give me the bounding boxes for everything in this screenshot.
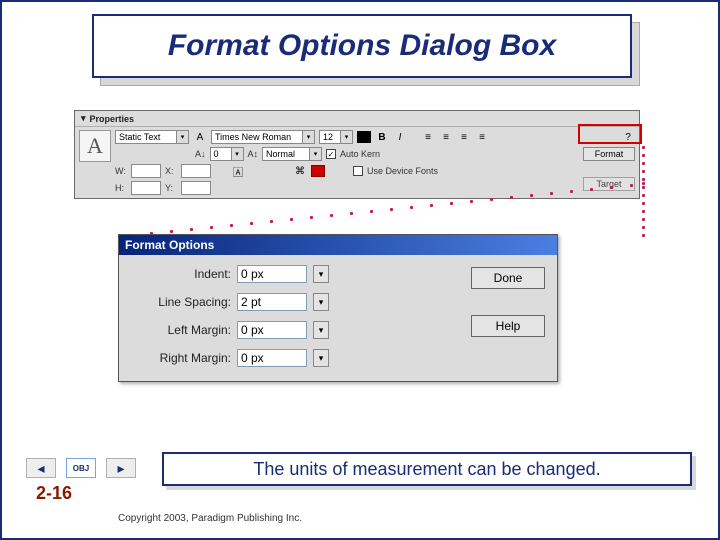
url-color-swatch[interactable] bbox=[311, 165, 325, 177]
chevron-down-icon[interactable]: ▾ bbox=[313, 321, 329, 339]
align-center-icon[interactable]: ≡ bbox=[439, 130, 453, 144]
target-button[interactable]: Target bbox=[583, 177, 635, 191]
right-margin-label: Right Margin: bbox=[131, 351, 231, 365]
help-button[interactable]: Help bbox=[471, 315, 545, 337]
prev-button[interactable]: ◂ bbox=[26, 458, 56, 478]
properties-rows: Static Text ▾ A Times New Roman ▾ 12 ▾ B… bbox=[115, 130, 575, 195]
caption-text: The units of measurement can be changed. bbox=[162, 452, 692, 486]
chevron-right-icon: ▸ bbox=[117, 460, 124, 477]
align-justify-icon[interactable]: ≡ bbox=[475, 130, 489, 144]
left-margin-row: Left Margin: 0 px ▾ bbox=[131, 321, 457, 339]
av-dropdown[interactable]: 0 ▾ bbox=[210, 147, 244, 161]
w-label: W: bbox=[115, 166, 127, 176]
text-type-dropdown[interactable]: Static Text ▾ bbox=[115, 130, 189, 144]
text-color-swatch[interactable] bbox=[357, 131, 371, 143]
dialog-title-bar[interactable]: Format Options bbox=[119, 235, 557, 255]
w-input[interactable] bbox=[131, 164, 161, 178]
line-spacing-row: Line Spacing: 2 pt ▾ bbox=[131, 293, 457, 311]
av-value: 0 bbox=[210, 147, 232, 161]
bold-icon[interactable]: B bbox=[375, 130, 389, 144]
dialog-form: Indent: 0 px ▾ Line Spacing: 2 pt ▾ Left… bbox=[131, 265, 457, 367]
y-label: Y: bbox=[165, 183, 177, 193]
ai-dropdown[interactable]: Normal ▾ bbox=[262, 147, 322, 161]
use-device-fonts-label: Use Device Fonts bbox=[367, 166, 438, 176]
font-family-dropdown[interactable]: Times New Roman ▾ bbox=[211, 130, 315, 144]
text-tool-icon[interactable]: A bbox=[79, 130, 111, 162]
format-button[interactable]: Format bbox=[583, 147, 635, 161]
next-button[interactable]: ▸ bbox=[106, 458, 136, 478]
left-margin-input[interactable]: 0 px bbox=[237, 321, 307, 339]
collapse-icon[interactable]: ▾ bbox=[81, 113, 86, 124]
left-margin-label: Left Margin: bbox=[131, 323, 231, 337]
font-a-icon: A bbox=[193, 130, 207, 144]
av-label: A↓ bbox=[195, 149, 206, 159]
indent-row: Indent: 0 px ▾ bbox=[131, 265, 457, 283]
caption-container: The units of measurement can be changed. bbox=[162, 452, 692, 486]
auto-kern-label: Auto Kern bbox=[340, 149, 380, 159]
properties-panel: ▾ Properties A Static Text ▾ A Times New… bbox=[74, 110, 640, 199]
chevron-left-icon: ◂ bbox=[37, 460, 44, 477]
text-type-value: Static Text bbox=[115, 130, 177, 144]
x-input[interactable] bbox=[181, 164, 211, 178]
italic-icon[interactable]: I bbox=[393, 130, 407, 144]
properties-row-3: W: X: 🄰 ⌘ Use Device Fonts bbox=[115, 164, 575, 178]
auto-kern-checkbox[interactable]: ✓ bbox=[326, 149, 336, 159]
selectable-icon[interactable]: 🄰 bbox=[231, 164, 245, 178]
slide-title-container: Format Options Dialog Box bbox=[92, 14, 632, 78]
link-icon[interactable]: ⌘ bbox=[293, 164, 307, 178]
properties-row-2: A↓ 0 ▾ A↕ Normal ▾ ✓ Auto Kern bbox=[115, 147, 575, 161]
font-size-dropdown[interactable]: 12 ▾ bbox=[319, 130, 353, 144]
chevron-down-icon[interactable]: ▾ bbox=[313, 349, 329, 367]
y-input[interactable] bbox=[181, 181, 211, 195]
dialog-body: Indent: 0 px ▾ Line Spacing: 2 pt ▾ Left… bbox=[119, 255, 557, 381]
line-spacing-input[interactable]: 2 pt bbox=[237, 293, 307, 311]
properties-row-1: Static Text ▾ A Times New Roman ▾ 12 ▾ B… bbox=[115, 130, 575, 144]
done-button[interactable]: Done bbox=[471, 267, 545, 289]
chevron-down-icon[interactable]: ▾ bbox=[303, 130, 315, 144]
ai-label: A↕ bbox=[248, 149, 259, 159]
help-icon[interactable]: ? bbox=[621, 130, 635, 144]
page-number: 2-16 bbox=[36, 483, 72, 504]
align-right-icon[interactable]: ≡ bbox=[457, 130, 471, 144]
h-input[interactable] bbox=[131, 181, 161, 195]
chevron-down-icon[interactable]: ▾ bbox=[310, 147, 322, 161]
indent-input[interactable]: 0 px bbox=[237, 265, 307, 283]
chevron-down-icon[interactable]: ▾ bbox=[177, 130, 189, 144]
dialog-buttons: Done Help bbox=[471, 265, 545, 367]
use-device-fonts-checkbox[interactable] bbox=[353, 166, 363, 176]
indent-label: Indent: bbox=[131, 267, 231, 281]
properties-side-buttons: ? Format Target bbox=[579, 130, 635, 195]
copyright-text: Copyright 2003, Paradigm Publishing Inc. bbox=[118, 513, 302, 524]
connector-dots bbox=[642, 146, 646, 240]
properties-row-4: H: Y: bbox=[115, 181, 575, 195]
chevron-down-icon[interactable]: ▾ bbox=[313, 293, 329, 311]
right-margin-row: Right Margin: 0 px ▾ bbox=[131, 349, 457, 367]
chevron-down-icon[interactable]: ▾ bbox=[313, 265, 329, 283]
line-spacing-label: Line Spacing: bbox=[131, 295, 231, 309]
slide-nav: ◂ OBJ ▸ bbox=[26, 458, 136, 478]
slide-title: Format Options Dialog Box bbox=[92, 14, 632, 78]
properties-body: A Static Text ▾ A Times New Roman ▾ 12 ▾… bbox=[75, 127, 639, 198]
font-family-value: Times New Roman bbox=[211, 130, 303, 144]
font-size-value: 12 bbox=[319, 130, 341, 144]
chevron-down-icon[interactable]: ▾ bbox=[341, 130, 353, 144]
properties-panel-title: Properties bbox=[90, 114, 135, 124]
align-left-icon[interactable]: ≡ bbox=[421, 130, 435, 144]
chevron-down-icon[interactable]: ▾ bbox=[232, 147, 244, 161]
obj-button[interactable]: OBJ bbox=[66, 458, 96, 478]
format-options-dialog: Format Options Indent: 0 px ▾ Line Spaci… bbox=[118, 234, 558, 382]
properties-panel-title-bar[interactable]: ▾ Properties bbox=[75, 111, 639, 127]
right-margin-input[interactable]: 0 px bbox=[237, 349, 307, 367]
ai-value: Normal bbox=[262, 147, 310, 161]
h-label: H: bbox=[115, 183, 127, 193]
x-label: X: bbox=[165, 166, 177, 176]
